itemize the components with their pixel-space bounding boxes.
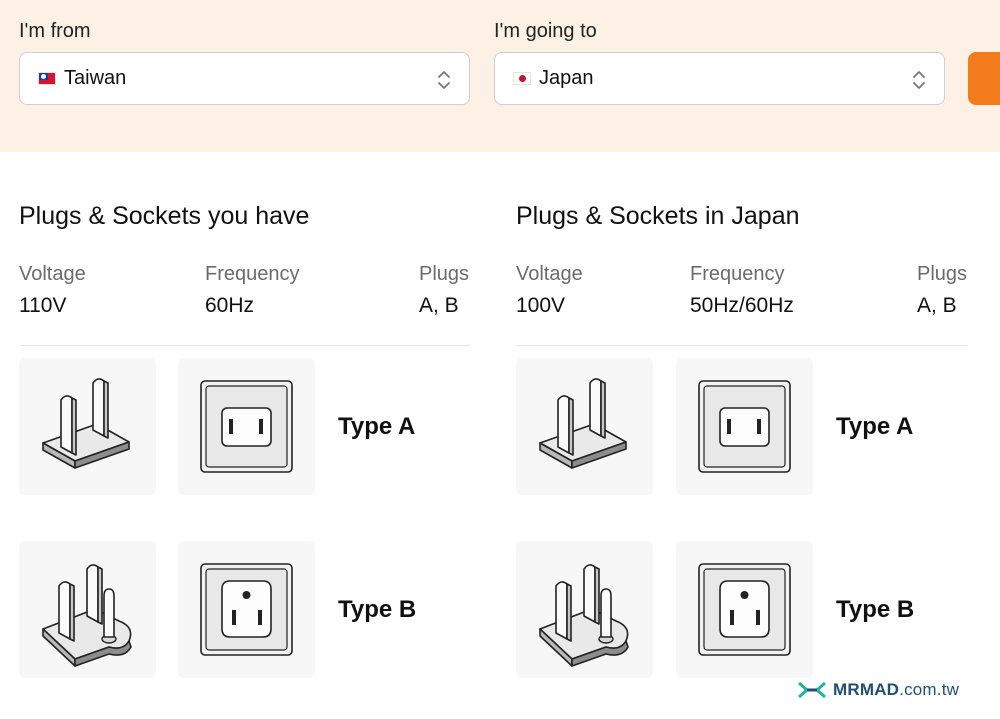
watermark-brand: MRMAD [833, 680, 900, 699]
section-title-left: Plugs & Sockets you have [19, 202, 310, 230]
frequency-value: 60Hz [205, 294, 255, 317]
plug-type-a-icon [516, 358, 653, 495]
watermark-domain: .com.tw [899, 680, 960, 699]
mrmad-logo-icon [798, 681, 826, 699]
watermark-text: MRMAD.com.tw [833, 680, 959, 700]
socket-type-a-icon [178, 358, 315, 495]
plug-type-a-tile [19, 358, 156, 495]
from-label: I'm from [19, 20, 91, 42]
plug-type-b-tile [516, 541, 653, 678]
plug-type-a-tile [516, 358, 653, 495]
socket-type-b-icon [178, 541, 315, 678]
watermark: MRMAD.com.tw [797, 679, 959, 701]
plugs-label: Plugs [419, 263, 470, 285]
from-country-select[interactable]: Taiwan [19, 52, 470, 105]
frequency-label: Frequency [690, 263, 785, 285]
type-a-label: Type A [836, 413, 914, 440]
from-country-value: Taiwan [64, 67, 127, 89]
socket-type-b-tile [676, 541, 813, 678]
socket-type-b-tile [178, 541, 315, 678]
trip-selector-bar: I'm from Taiwan I'm going to Japan [0, 0, 1000, 152]
plugs-value: A, B [917, 294, 957, 317]
taiwan-flag-icon [38, 72, 56, 85]
submit-button[interactable] [968, 52, 1000, 105]
voltage-label: Voltage [516, 263, 583, 285]
section-title-right: Plugs & Sockets in Japan [516, 202, 800, 230]
divider [516, 345, 968, 346]
voltage-value: 110V [19, 294, 67, 317]
frequency-label: Frequency [205, 263, 300, 285]
type-a-label: Type A [338, 413, 416, 440]
japan-flag-icon [513, 72, 531, 85]
to-label: I'm going to [494, 20, 597, 42]
socket-type-a-tile [178, 358, 315, 495]
to-country-value: Japan [539, 67, 594, 89]
voltage-label: Voltage [19, 263, 86, 285]
type-b-label: Type B [836, 596, 915, 623]
type-b-label: Type B [338, 596, 417, 623]
select-updown-icon [437, 68, 451, 92]
socket-type-a-icon [676, 358, 813, 495]
select-updown-icon [912, 68, 926, 92]
plugs-value: A, B [419, 294, 459, 317]
divider [19, 345, 470, 346]
frequency-value: 50Hz/60Hz [690, 294, 794, 317]
to-country-select[interactable]: Japan [494, 52, 945, 105]
plug-type-b-tile [19, 541, 156, 678]
plug-type-b-icon [19, 541, 156, 678]
plug-type-b-icon [516, 541, 653, 678]
plug-type-a-icon [19, 358, 156, 495]
socket-type-b-icon [676, 541, 813, 678]
plugs-label: Plugs [917, 263, 968, 285]
socket-type-a-tile [676, 358, 813, 495]
voltage-value: 100V [516, 294, 566, 317]
